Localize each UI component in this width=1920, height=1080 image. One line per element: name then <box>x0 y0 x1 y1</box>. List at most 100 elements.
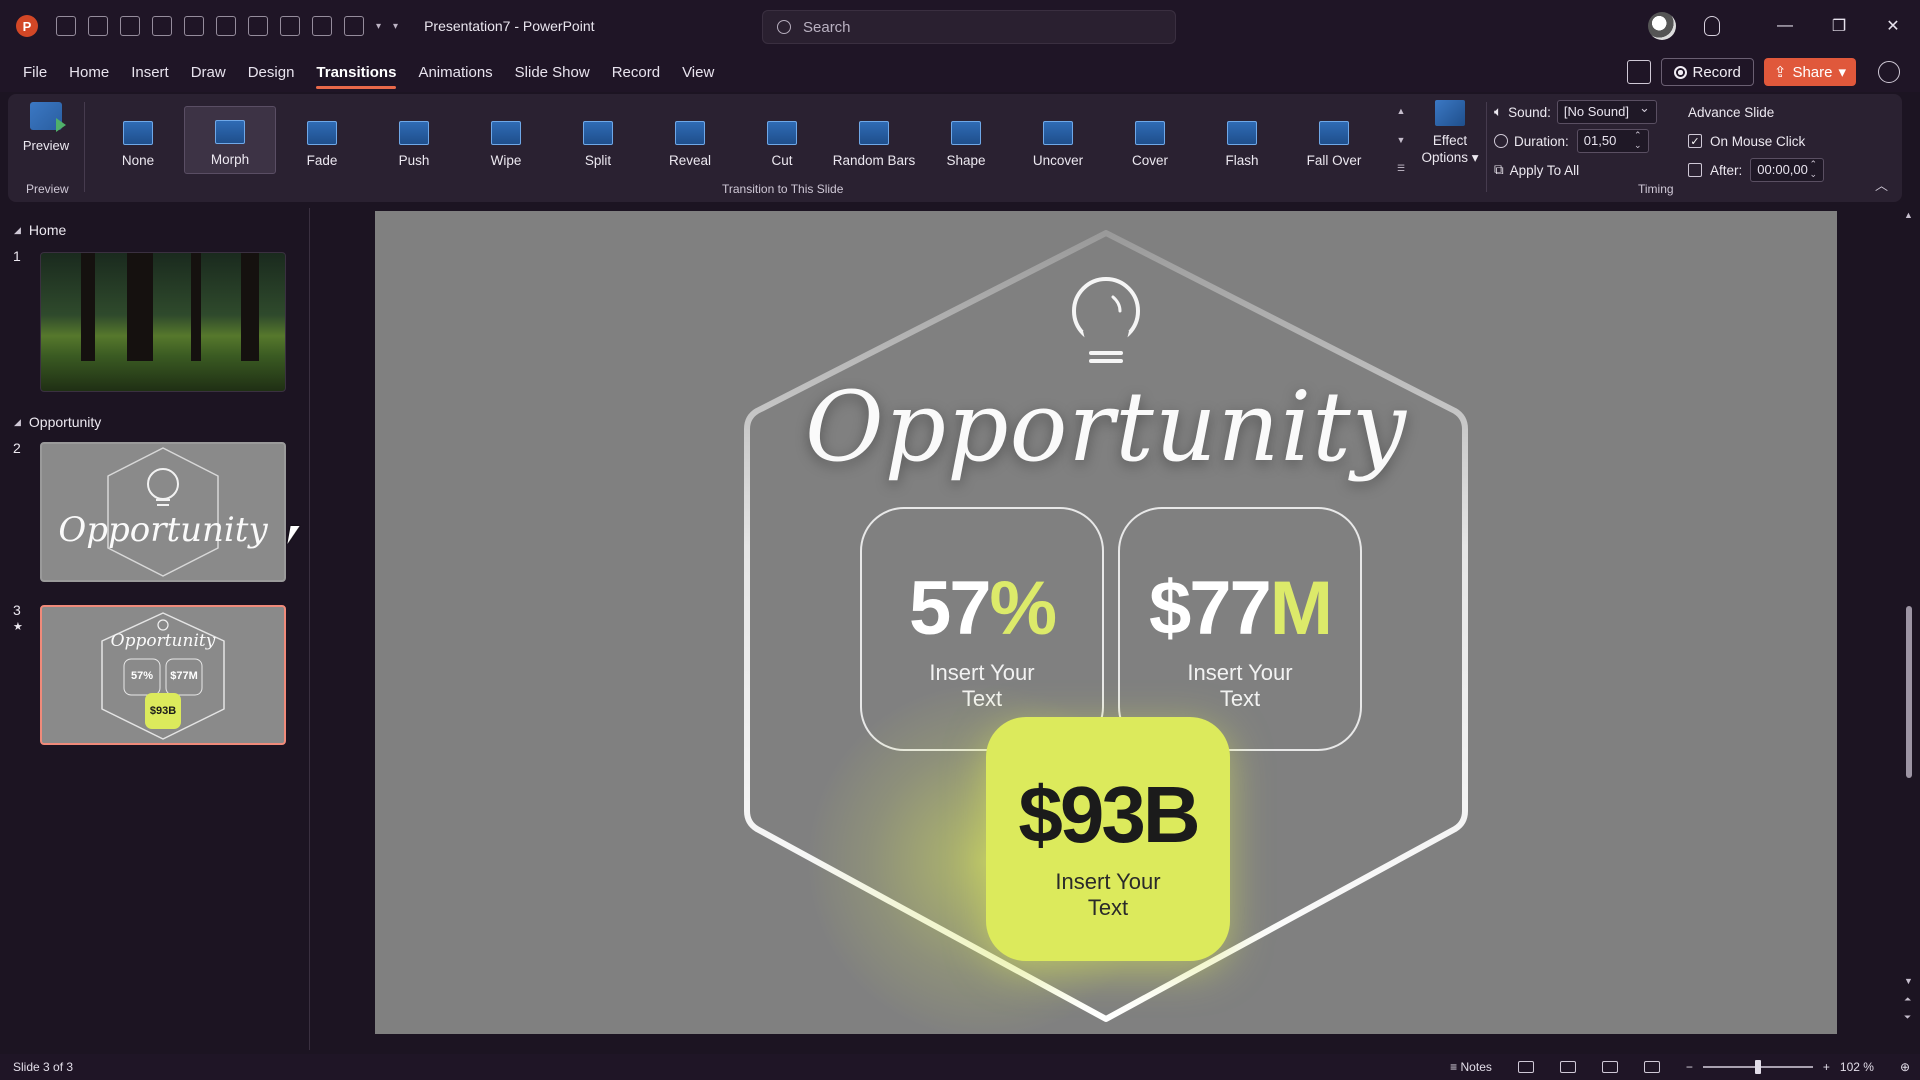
align-icon[interactable] <box>56 16 76 36</box>
tab-design[interactable]: Design <box>248 58 295 87</box>
tab-slide-show[interactable]: Slide Show <box>515 58 590 87</box>
lightbulb-icon[interactable] <box>1704 16 1720 36</box>
tab-animations[interactable]: Animations <box>418 58 492 87</box>
powerpoint-logo-icon[interactable]: P <box>16 15 38 37</box>
record-button[interactable]: Record <box>1660 58 1754 86</box>
transition-cover[interactable]: Cover <box>1104 106 1196 174</box>
preview-label: Preview <box>22 138 70 153</box>
duration-input[interactable]: 01,50 <box>1576 129 1649 153</box>
align-right-icon[interactable] <box>312 16 332 36</box>
minimize-button[interactable]: — <box>1758 0 1812 52</box>
zoom-slider-knob[interactable] <box>1754 1060 1761 1074</box>
after-input[interactable]: 00:00,00 <box>1750 158 1825 182</box>
lightbulb-icon <box>1072 277 1140 363</box>
document-title: Presentation7 - PowerPoint <box>424 18 595 34</box>
stat-card-3-highlighted[interactable]: $93B Insert Your Text <box>986 717 1230 961</box>
notes-button[interactable]: ≡ Notes <box>1450 1060 1492 1074</box>
clock-icon <box>1494 134 1508 148</box>
coauthor-icon[interactable] <box>1878 61 1900 83</box>
tab-transitions[interactable]: Transitions <box>316 58 397 89</box>
scrollbar-thumb[interactable] <box>1906 606 1912 778</box>
slide-thumbnail-1[interactable] <box>40 252 286 392</box>
crop-icon[interactable] <box>216 16 236 36</box>
transition-none[interactable]: None <box>92 106 184 174</box>
transition-fade[interactable]: Fade <box>276 106 368 174</box>
align-top-icon[interactable] <box>280 16 300 36</box>
tab-record[interactable]: Record <box>612 58 660 87</box>
sound-select[interactable]: [No Sound] <box>1556 100 1657 124</box>
effect-options-button[interactable]: Effect Options ▾ <box>1420 100 1480 166</box>
search-box[interactable] <box>762 10 1176 44</box>
previous-slide-icon[interactable]: ⏶ <box>1904 994 1911 1005</box>
tab-home[interactable]: Home <box>69 58 109 87</box>
zoom-out-icon[interactable]: − <box>1686 1060 1693 1074</box>
tab-view[interactable]: View <box>682 58 714 87</box>
scroll-down-icon[interactable]: ▼ <box>1904 976 1913 986</box>
distribute-icon[interactable] <box>88 16 108 36</box>
close-button[interactable]: ✕ <box>1866 0 1920 52</box>
notes-icon: ≡ <box>1450 1060 1461 1074</box>
slide-show-view-icon[interactable] <box>1643 1061 1660 1073</box>
scroll-up-icon[interactable]: ▲ <box>1904 210 1913 220</box>
preview-button[interactable]: Preview <box>22 102 70 153</box>
transition-flash[interactable]: Flash <box>1196 106 1288 174</box>
tab-draw[interactable]: Draw <box>191 58 226 87</box>
transition-morph[interactable]: Morph <box>184 106 276 174</box>
move-icon[interactable] <box>120 16 140 36</box>
on-mouse-click-checkbox[interactable]: ✓ <box>1688 134 1702 148</box>
align-center-icon[interactable] <box>184 16 204 36</box>
tab-insert[interactable]: Insert <box>131 58 169 87</box>
stat-card-2[interactable]: $77M Insert Your Text <box>1118 507 1362 751</box>
slide-thumbnail-3[interactable]: Opportunity 57% $77M $93B <box>40 605 286 745</box>
transition-uncover[interactable]: Uncover <box>1012 106 1104 174</box>
section-opportunity[interactable]: ◢ Opportunity <box>14 414 101 430</box>
transition-reveal[interactable]: Reveal <box>644 106 736 174</box>
share-label: Share <box>1792 63 1833 81</box>
fit-to-window-icon[interactable]: ⊕ <box>1900 1060 1910 1074</box>
pen-icon[interactable] <box>152 16 172 36</box>
transition-fall-over[interactable]: Fall Over <box>1288 106 1380 174</box>
slide-sorter-view-icon[interactable] <box>1559 1061 1576 1073</box>
customize-toolbar-icon[interactable]: ▾ <box>393 21 398 32</box>
transition-shape[interactable]: Shape <box>920 106 1012 174</box>
speaker-icon: 🔈︎ <box>1494 104 1503 119</box>
transition-fade-icon <box>307 121 337 145</box>
tab-file[interactable]: File <box>23 58 47 87</box>
transition-cut[interactable]: Cut <box>736 106 828 174</box>
normal-view-icon[interactable] <box>1517 1061 1534 1073</box>
zoom-slider[interactable] <box>1702 1060 1813 1074</box>
transition-split[interactable]: Split <box>552 106 644 174</box>
slide-canvas[interactable]: Opportunity 57% Insert YourText $77M Ins… <box>375 211 1837 1034</box>
search-input[interactable] <box>803 18 1143 36</box>
stat-value-3: $93B <box>1018 770 1200 859</box>
reading-view-icon[interactable] <box>1601 1061 1618 1073</box>
transition-cover-icon <box>1135 121 1165 145</box>
zoom-in-icon[interactable]: + <box>1823 1060 1830 1074</box>
apply-to-all-button[interactable]: ⧉ Apply To All <box>1494 158 1657 182</box>
transition-wipe[interactable]: Wipe <box>460 106 552 174</box>
collapse-ribbon-icon[interactable]: ︿ <box>1875 175 1888 194</box>
share-button[interactable]: ⇪ Share ▾ <box>1763 58 1856 86</box>
effect-options-icon <box>1435 100 1465 126</box>
slide-title[interactable]: Opportunity <box>375 371 1837 483</box>
advance-slide-group: Advance Slide ✓ On Mouse Click After: 00… <box>1688 100 1825 187</box>
vertical-scrollbar[interactable]: ▲ ▼ ⏶ ⏷ <box>1904 210 1914 1030</box>
chevron-down-icon[interactable]: ▾ <box>376 21 381 32</box>
zoom-level[interactable]: 102 % <box>1840 1060 1874 1074</box>
transition-random-bars[interactable]: Random Bars <box>828 106 920 174</box>
comments-icon[interactable] <box>1626 60 1651 84</box>
ribbon-separator <box>84 102 85 192</box>
gallery-more-icon[interactable]: ☰ <box>1397 163 1405 174</box>
align-left-icon[interactable] <box>248 16 268 36</box>
slide-thumbnail-2[interactable]: Opportunity <box>40 442 286 582</box>
section-home[interactable]: ◢ Home <box>14 222 66 238</box>
section-home-label: Home <box>28 222 67 238</box>
transition-push[interactable]: Push <box>368 106 460 174</box>
after-checkbox[interactable] <box>1688 163 1702 177</box>
scroll-down-icon[interactable]: ▼ <box>1397 135 1406 145</box>
next-slide-icon[interactable]: ⏷ <box>1904 1012 1911 1023</box>
scroll-up-icon[interactable]: ▲ <box>1397 106 1406 116</box>
avatar[interactable] <box>1648 12 1676 40</box>
restore-button[interactable]: ❐ <box>1812 0 1866 52</box>
screen-icon[interactable] <box>344 16 364 36</box>
